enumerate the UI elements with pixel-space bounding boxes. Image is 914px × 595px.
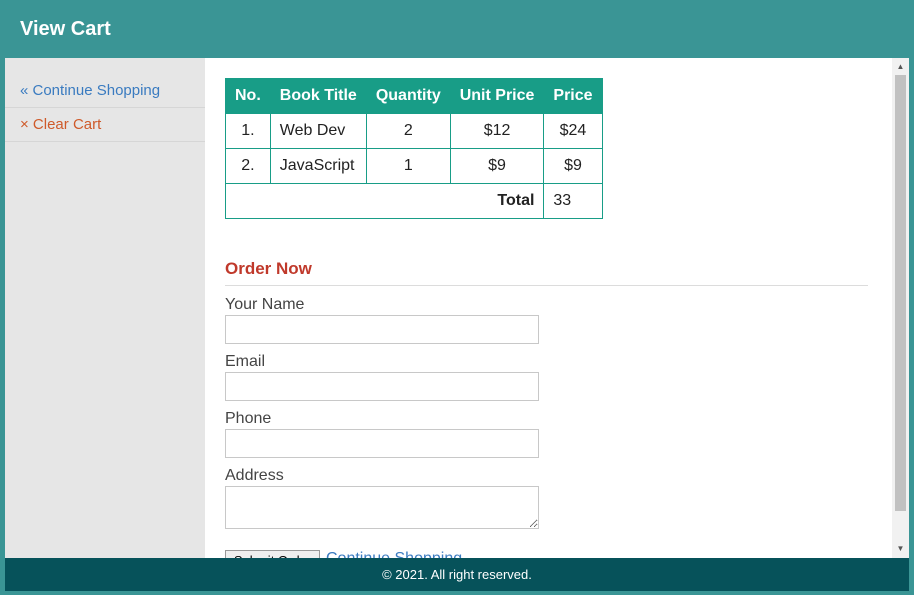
continue-shopping-link[interactable]: « Continue Shopping <box>5 74 205 108</box>
total-label: Total <box>224 183 545 219</box>
main-content: No. Book Title Quantity Unit Price Price… <box>224 78 868 558</box>
scroll-thumb[interactable] <box>895 75 906 511</box>
email-field[interactable] <box>225 372 539 401</box>
cell-quantity: 1 <box>365 148 451 184</box>
cart-header-row: No. Book Title Quantity Unit Price Price <box>225 78 603 114</box>
cell-quantity: 2 <box>365 113 451 149</box>
address-label: Address <box>225 467 284 484</box>
phone-label: Phone <box>225 410 272 427</box>
cart-table: No. Book Title Quantity Unit Price Price… <box>224 78 603 219</box>
column-header-no: No. <box>225 78 271 114</box>
cell-price: $9 <box>543 148 603 184</box>
table-row: 2. JavaScript 1 $9 $9 <box>225 148 603 184</box>
column-header-price: Price <box>543 78 603 114</box>
name-label: Your Name <box>225 296 305 313</box>
column-header-unit-price: Unit Price <box>449 78 545 114</box>
address-field[interactable] <box>225 486 539 529</box>
page-footer: © 2021. All right reserved. <box>5 558 909 591</box>
scroll-down-arrow-icon[interactable]: ▼ <box>892 542 909 556</box>
cell-unit-price: $9 <box>449 148 545 184</box>
order-actions: Submit Order Continue Shopping <box>225 550 868 558</box>
scroll-up-arrow-icon[interactable]: ▲ <box>892 60 909 74</box>
phone-field[interactable] <box>225 429 539 458</box>
name-field[interactable] <box>225 315 539 344</box>
total-row: Total 33 <box>224 183 603 219</box>
cell-no: 2. <box>225 148 271 184</box>
column-header-title: Book Title <box>269 78 367 114</box>
cell-unit-price: $12 <box>449 113 545 149</box>
total-value: 33 <box>543 183 603 219</box>
page-title: View Cart <box>20 18 111 40</box>
cell-title: JavaScript <box>269 148 367 184</box>
continue-shopping-bottom-link[interactable]: Continue Shopping <box>326 550 462 558</box>
sidebar: « Continue Shopping × Clear Cart <box>5 58 205 558</box>
content-frame: « Continue Shopping × Clear Cart No. Boo… <box>5 58 909 558</box>
email-label: Email <box>225 353 266 370</box>
order-now-heading: Order Now <box>225 259 868 286</box>
vertical-scrollbar[interactable]: ▲ ▼ <box>892 58 909 558</box>
table-row: 1. Web Dev 2 $12 $24 <box>225 113 603 149</box>
column-header-quantity: Quantity <box>365 78 451 114</box>
cell-title: Web Dev <box>269 113 367 149</box>
clear-cart-link[interactable]: × Clear Cart <box>5 108 205 142</box>
cell-no: 1. <box>225 113 271 149</box>
page-header: View Cart <box>0 0 914 58</box>
cell-price: $24 <box>543 113 603 149</box>
submit-order-button[interactable]: Submit Order <box>225 550 320 558</box>
